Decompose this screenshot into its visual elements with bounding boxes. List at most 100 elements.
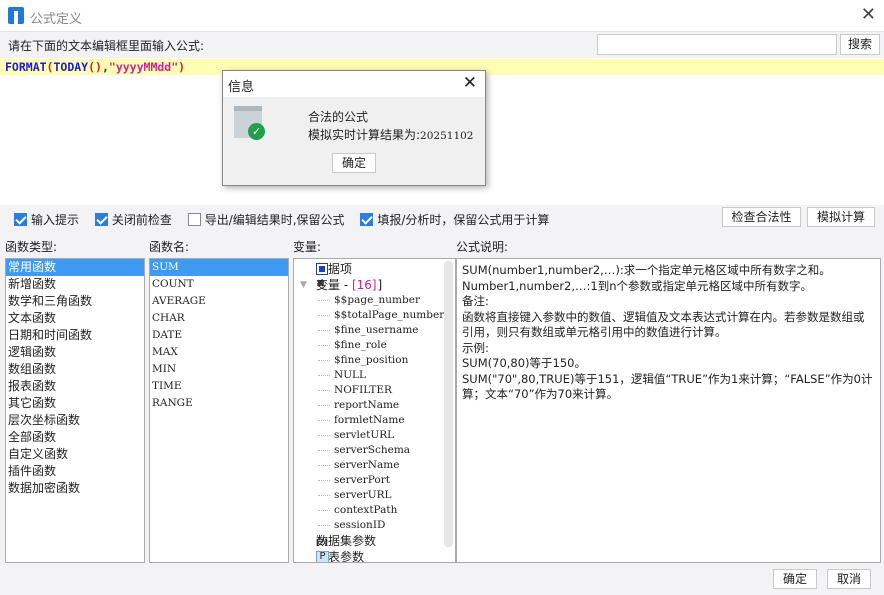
variable-item[interactable]: serverName (294, 458, 455, 473)
variable-item[interactable]: $$page_number (294, 293, 455, 308)
function-type-item[interactable]: 日期和时间函数 (6, 327, 144, 344)
function-type-item[interactable]: 报表函数 (6, 378, 144, 395)
function-type-item[interactable]: 数组函数 (6, 361, 144, 378)
function-type-item[interactable]: 全部函数 (6, 429, 144, 446)
variable-item[interactable]: sessionID (294, 518, 455, 533)
check-validity-button[interactable]: 检查合法性 (722, 207, 801, 227)
option-label: 输入提示 (31, 213, 80, 227)
function-name-item[interactable]: AVERAGE (150, 293, 288, 310)
checkbox[interactable] (14, 213, 27, 226)
expand-arrow-icon[interactable]: ▼ (300, 277, 307, 293)
token: , (101, 60, 109, 74)
description-line: 示例: (462, 340, 489, 355)
description-line: SUM("70",80,TRUE)等于151，逻辑值“TRUE”作为1来计算；“… (462, 371, 873, 402)
token: "yyyyMMdd" (108, 60, 179, 74)
function-name-item[interactable]: TIME (150, 378, 288, 395)
prompt-label: 请在下面的文本编辑框里面输入公式: (8, 39, 205, 53)
variable-item[interactable]: $fine_role (294, 338, 455, 353)
function-name-list[interactable]: SUM COUNT AVERAGE CHAR DATE MAX MIN TIME RANGE (149, 258, 289, 563)
variable-item[interactable]: servletURL (294, 428, 455, 443)
close-icon[interactable]: ✕ (861, 4, 876, 25)
dialog-message: 合法的公式 (308, 110, 369, 124)
function-type-item[interactable]: 自定义函数 (6, 446, 144, 463)
function-type-item[interactable]: 层次坐标函数 (6, 412, 144, 429)
token: () (88, 60, 102, 74)
function-name-item[interactable]: COUNT (150, 276, 288, 293)
variables-label: 变量: (293, 240, 322, 254)
variable-item[interactable]: reportName (294, 398, 455, 413)
simulate-button[interactable]: 模拟计算 (807, 207, 875, 227)
option-label: 导出/编辑结果时,保留公式 (204, 213, 345, 227)
app-logo-icon (8, 7, 24, 24)
options-row: 输入提示 关闭前检查 导出/编辑结果时,保留公式 填报/分析时，保留公式用于计算 (14, 211, 549, 228)
checkbox[interactable] (360, 213, 374, 226)
token: TODAY (53, 60, 89, 74)
cancel-button[interactable]: 取消 (827, 569, 871, 589)
function-type-item[interactable]: 常用函数 (6, 259, 144, 276)
variable-tree[interactable]: 数据项 ▼ ✖ 变量 - [16]] $$page_number $$totalPag… (293, 258, 456, 563)
title-bar: 公式定义 ✕ (0, 0, 884, 32)
token: ) (178, 60, 186, 74)
report-param-icon: P (316, 551, 329, 562)
option-keep-formula-fill[interactable]: 填报/分析时，保留公式用于计算 (360, 213, 549, 227)
variable-item[interactable]: $fine_username (294, 323, 455, 338)
function-type-item[interactable]: 其它函数 (6, 395, 144, 412)
function-type-item[interactable]: 数学和三角函数 (6, 293, 144, 310)
description-line: SUM(number1,number2,…):求一个指定单元格区域中所有数字之和… (462, 263, 831, 277)
tree-node-dataset-params[interactable]: [?] 数据集参数 (294, 533, 455, 549)
variable-icon: ✖ (316, 277, 326, 290)
dialog-close-icon[interactable]: ✕ (463, 73, 477, 93)
option-keep-formula-export[interactable]: 导出/编辑结果时,保留公式 (187, 213, 345, 227)
variable-item[interactable]: serverSchema (294, 443, 455, 458)
variable-item[interactable]: $$totalPage_number (294, 308, 455, 323)
scrollbar[interactable] (444, 261, 453, 547)
function-type-item[interactable]: 文本函数 (6, 310, 144, 327)
variable-item[interactable]: serverURL (294, 488, 455, 503)
variable-item[interactable]: $fine_position (294, 353, 455, 368)
option-label: 关闭前检查 (111, 213, 172, 227)
description-line: SUM(70,80)等于150。 (462, 356, 586, 370)
result-value: 20251102 (420, 130, 474, 142)
tree-node-report-params[interactable]: P 报表参数 (294, 549, 455, 562)
variable-item[interactable]: formletName (294, 413, 455, 428)
formula-description: SUM(number1,number2,…):求一个指定单元格区域中所有数字之和… (456, 258, 881, 563)
description-label: 公式说明: (456, 240, 509, 254)
function-name-item[interactable]: SUM (150, 259, 288, 276)
function-type-list[interactable]: 常用函数 新增函数 数学和三角函数 文本函数 日期和时间函数 逻辑函数 数组函数 报表函数 其它… (5, 258, 145, 563)
tree-node-data-items[interactable]: 数据项 (294, 261, 455, 277)
function-type-item[interactable]: 插件函数 (6, 463, 144, 480)
checkbox[interactable] (187, 213, 201, 226)
description-line: Number1,number2,…:1到n个参数或指定单元格区域中所有数字。 (462, 278, 813, 293)
function-name-item[interactable]: MIN (150, 361, 288, 378)
result-label: 模拟实时计算结果为: (308, 128, 421, 142)
dataset-param-icon: [?] (316, 538, 328, 547)
success-icon: ✓ (234, 106, 265, 140)
function-name-item[interactable]: RANGE (150, 395, 288, 412)
function-names-label: 函数名: (149, 240, 190, 254)
checkbox[interactable] (94, 213, 108, 226)
function-type-item[interactable]: 逻辑函数 (6, 344, 144, 361)
option-label: 填报/分析时，保留公式用于计算 (377, 213, 550, 227)
option-check-before-close[interactable]: 关闭前检查 (94, 213, 172, 227)
dialog-title-bar: 信息 ✕ (223, 71, 485, 97)
function-name-item[interactable]: DATE (150, 327, 288, 344)
variable-item[interactable]: NULL (294, 368, 455, 383)
function-name-item[interactable]: CHAR (150, 310, 288, 327)
function-type-item[interactable]: 新增函数 (6, 276, 144, 293)
variable-item[interactable]: serverPort (294, 473, 455, 488)
search-input[interactable] (597, 34, 837, 55)
ok-button[interactable]: 确定 (773, 569, 817, 589)
search-button[interactable]: 搜索 (840, 34, 880, 55)
function-name-item[interactable]: MAX (150, 344, 288, 361)
info-dialog: 信息 ✕ ✓ 合法的公式 模拟实时计算结果为:20251102 确定 (222, 70, 486, 186)
tree-node-variables[interactable]: ▼ ✖ 变量 - [16]] (294, 277, 455, 293)
dialog-ok-button[interactable]: 确定 (332, 153, 376, 173)
description-line: 备注: (462, 294, 489, 308)
dialog-title: 信息 (228, 80, 255, 95)
function-type-item[interactable]: 数据加密函数 (6, 480, 144, 497)
option-input-hint[interactable]: 输入提示 (14, 213, 79, 227)
window-title: 公式定义 (30, 12, 83, 27)
variable-item[interactable]: NOFILTER (294, 383, 455, 398)
variable-item[interactable]: contextPath (294, 503, 455, 518)
data-item-icon (316, 263, 328, 275)
